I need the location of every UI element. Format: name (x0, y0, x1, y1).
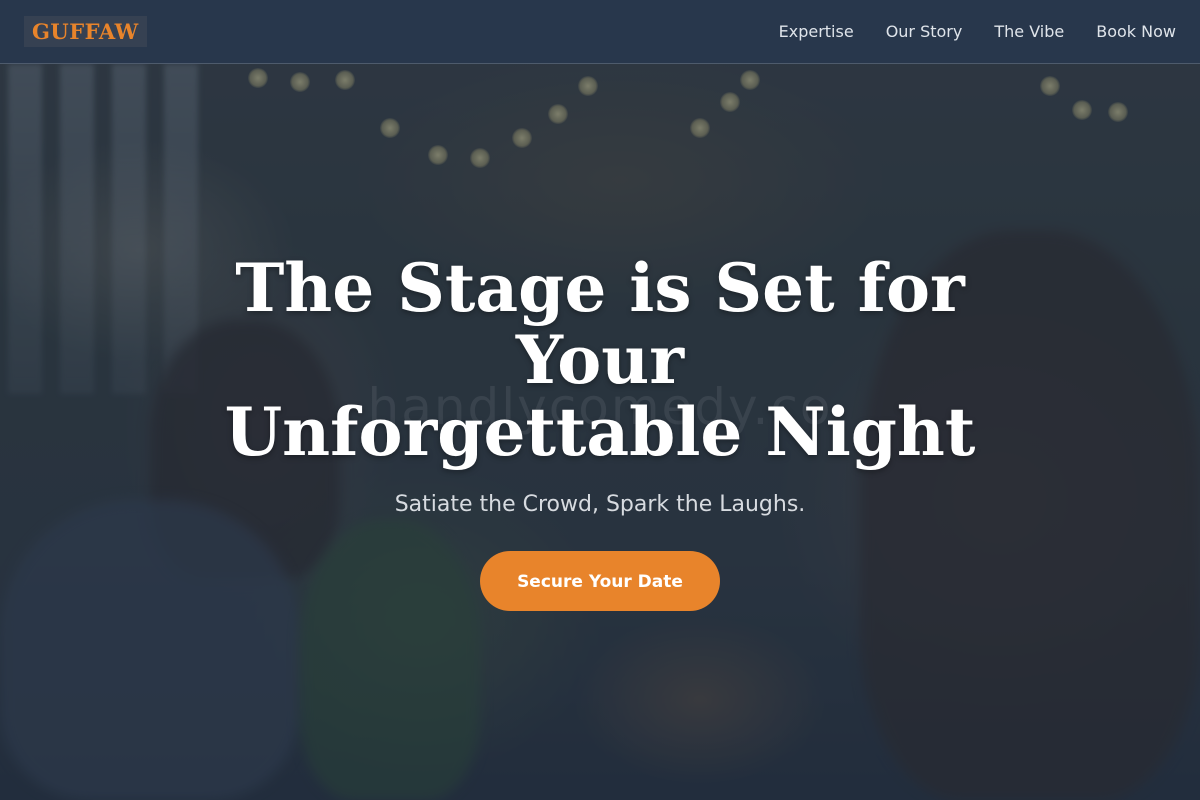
brand-logo[interactable]: GUFFAW (24, 16, 147, 47)
hero-title-line-2: Unforgettable Night (224, 393, 976, 471)
nav-link-book-now[interactable]: Book Now (1096, 22, 1176, 41)
site-header: GUFFAW Expertise Our Story The Vibe Book… (0, 0, 1200, 64)
secure-your-date-button[interactable]: Secure Your Date (480, 551, 720, 611)
nav-link-expertise[interactable]: Expertise (779, 22, 854, 41)
nav-link-the-vibe[interactable]: The Vibe (994, 22, 1064, 41)
nav-link-our-story[interactable]: Our Story (886, 22, 963, 41)
hero-title-line-1: The Stage is Set for Your (235, 249, 965, 399)
hero-section: The Stage is Set for Your Unforgettable … (0, 252, 1200, 611)
hero-subtitle: Satiate the Crowd, Spark the Laughs. (394, 492, 806, 517)
landing-page: GUFFAW Expertise Our Story The Vibe Book… (0, 0, 1200, 800)
hero-title: The Stage is Set for Your Unforgettable … (140, 252, 1060, 468)
main-nav: Expertise Our Story The Vibe Book Now (779, 22, 1176, 41)
